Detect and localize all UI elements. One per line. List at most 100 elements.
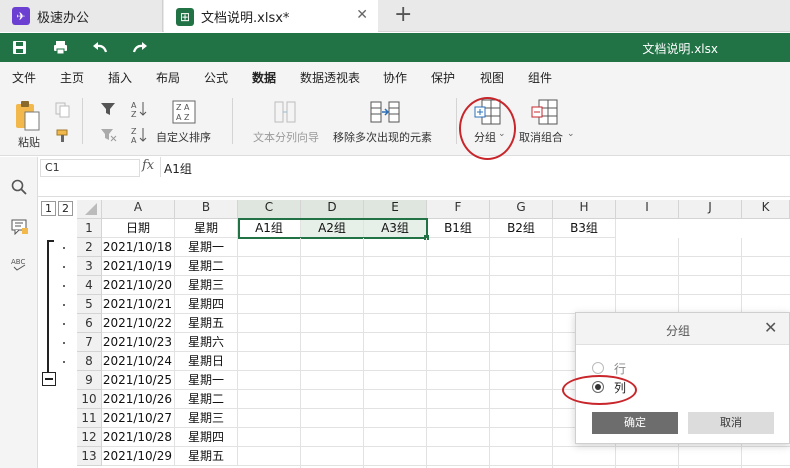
redo-icon[interactable] — [132, 40, 148, 54]
column-header-j[interactable]: J — [679, 200, 742, 219]
cell-date[interactable]: 2021/10/18 — [102, 238, 175, 257]
paste-icon[interactable] — [14, 100, 42, 132]
print-icon[interactable] — [53, 40, 68, 55]
menu-collaborate[interactable]: 协作 — [383, 69, 407, 86]
menu-layout[interactable]: 布局 — [156, 69, 180, 86]
new-tab-icon[interactable]: + — [394, 2, 412, 27]
cell-h1[interactable]: B3组 — [553, 219, 616, 238]
name-box[interactable]: C1 — [40, 159, 140, 177]
cell-date[interactable]: 2021/10/24 — [102, 352, 175, 371]
row-header[interactable]: 6 — [77, 314, 102, 333]
menu-pivot-table[interactable]: 数据透视表 — [300, 69, 360, 86]
column-header-c[interactable]: C — [238, 200, 301, 219]
column-header-g[interactable]: G — [490, 200, 553, 219]
row-header[interactable]: 1 — [77, 219, 102, 238]
text-to-columns-icon[interactable] — [274, 100, 296, 124]
clear-filter-icon[interactable] — [101, 128, 117, 142]
spellcheck-icon[interactable]: ABC — [11, 257, 29, 271]
cell-weekday[interactable]: 星期五 — [175, 314, 238, 333]
group-dropdown-icon[interactable]: ⌄ — [498, 129, 506, 139]
row-header[interactable]: 3 — [77, 257, 102, 276]
cell-weekday[interactable]: 星期三 — [175, 276, 238, 295]
row-header[interactable]: 5 — [77, 295, 102, 314]
outline-level-1-button[interactable]: 1 — [41, 201, 56, 216]
menu-home[interactable]: 主页 — [60, 69, 84, 86]
remove-duplicates-icon[interactable] — [370, 100, 400, 124]
menu-components[interactable]: 组件 — [528, 69, 552, 86]
cell-weekday[interactable]: 星期三 — [175, 409, 238, 428]
cell-weekday[interactable]: 星期六 — [175, 333, 238, 352]
close-icon[interactable]: ✕ — [764, 318, 777, 337]
cell-weekday[interactable]: 星期五 — [175, 447, 238, 466]
row-header[interactable]: 2 — [77, 238, 102, 257]
cell-date[interactable]: 2021/10/29 — [102, 447, 175, 466]
column-header-h[interactable]: H — [553, 200, 616, 219]
menu-view[interactable]: 视图 — [480, 69, 504, 86]
menu-insert[interactable]: 插入 — [108, 69, 132, 86]
cell-weekday[interactable]: 星期二 — [175, 390, 238, 409]
row-header[interactable]: 13 — [77, 447, 102, 466]
menu-file[interactable]: 文件 — [12, 69, 36, 86]
sort-ascending-icon[interactable]: AZ — [131, 100, 147, 118]
cell-weekday[interactable]: 星期二 — [175, 257, 238, 276]
cell-f1[interactable]: B1组 — [427, 219, 490, 238]
group-label[interactable]: 分组 — [474, 129, 496, 145]
row-header[interactable]: 8 — [77, 352, 102, 371]
cell-weekday[interactable]: 星期一 — [175, 238, 238, 257]
cell-date[interactable]: 2021/10/27 — [102, 409, 175, 428]
menu-formula[interactable]: 公式 — [204, 69, 228, 86]
filter-icon[interactable] — [101, 102, 115, 116]
row-header[interactable]: 9 — [77, 371, 102, 390]
tab-app-home[interactable]: ✈ 极速办公 — [0, 0, 163, 32]
row-header[interactable]: 7 — [77, 333, 102, 352]
column-header-b[interactable]: B — [175, 200, 238, 219]
select-all-corner[interactable] — [77, 200, 102, 219]
row-header[interactable]: 10 — [77, 390, 102, 409]
cell-date[interactable]: 2021/10/28 — [102, 428, 175, 447]
column-header-d[interactable]: D — [301, 200, 364, 219]
custom-sort-label[interactable]: 自定义排序 — [156, 129, 211, 145]
column-header-k[interactable]: K — [742, 200, 790, 219]
text-to-columns-label[interactable]: 文本分列向导 — [253, 129, 319, 145]
row-header[interactable]: 11 — [77, 409, 102, 428]
ungroup-icon[interactable] — [531, 99, 559, 125]
custom-sort-icon[interactable]: Z AA Z — [172, 100, 196, 124]
comment-icon[interactable] — [11, 219, 29, 235]
cell-weekday[interactable]: 星期四 — [175, 295, 238, 314]
tab-document[interactable]: ⊞ 文档说明.xlsx* ✕ — [164, 0, 378, 33]
column-header-i[interactable]: I — [616, 200, 679, 219]
column-header-e[interactable]: E — [364, 200, 427, 219]
cell-date[interactable]: 2021/10/21 — [102, 295, 175, 314]
cell-date[interactable]: 2021/10/22 — [102, 314, 175, 333]
save-icon[interactable] — [12, 40, 27, 55]
column-header-f[interactable]: F — [427, 200, 490, 219]
cell-date[interactable]: 2021/10/26 — [102, 390, 175, 409]
menu-data[interactable]: 数据 — [252, 69, 276, 86]
cell-g1[interactable]: B2组 — [490, 219, 553, 238]
formula-input[interactable]: A1组 — [164, 160, 192, 177]
ungroup-dropdown-icon[interactable]: ⌄ — [567, 129, 575, 139]
cell-b1[interactable]: 星期 — [175, 219, 238, 238]
radio-column[interactable] — [592, 381, 604, 393]
format-painter-icon[interactable] — [55, 128, 71, 144]
copy-icon[interactable] — [55, 102, 71, 118]
row-header[interactable]: 12 — [77, 428, 102, 447]
cell-date[interactable]: 2021/10/19 — [102, 257, 175, 276]
row-header[interactable]: 4 — [77, 276, 102, 295]
menu-protect[interactable]: 保护 — [431, 69, 455, 86]
cell-date[interactable]: 2021/10/25 — [102, 371, 175, 390]
sort-descending-icon[interactable]: ZA — [131, 126, 147, 144]
insert-function-icon[interactable]: fx — [142, 158, 154, 173]
cell-a1[interactable]: 日期 — [102, 219, 175, 238]
cancel-button[interactable]: 取消 — [688, 412, 774, 434]
column-header-a[interactable]: A — [102, 200, 175, 219]
outline-level-2-button[interactable]: 2 — [58, 201, 73, 216]
ungroup-label[interactable]: 取消组合 — [519, 129, 563, 145]
ok-button[interactable]: 确定 — [592, 412, 678, 434]
cell-weekday[interactable]: 星期一 — [175, 371, 238, 390]
radio-row[interactable] — [592, 362, 604, 374]
search-icon[interactable] — [11, 179, 27, 195]
cell-date[interactable]: 2021/10/23 — [102, 333, 175, 352]
group-icon[interactable] — [474, 99, 502, 125]
undo-icon[interactable] — [92, 40, 108, 54]
